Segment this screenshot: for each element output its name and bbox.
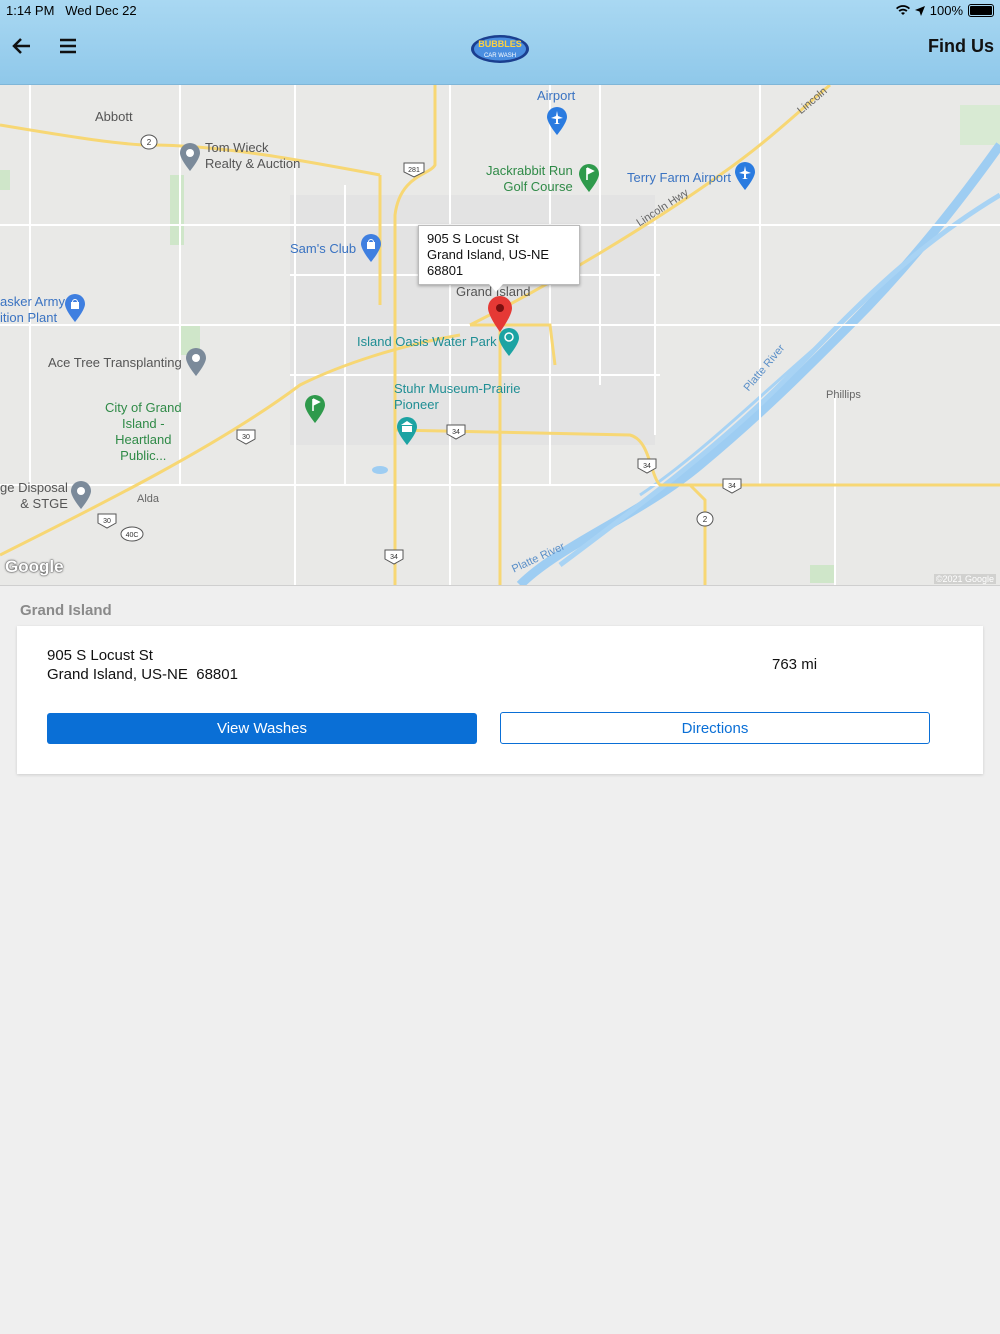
callout-line1: 905 S Locust St <box>427 231 519 246</box>
airport-icon[interactable] <box>734 161 756 191</box>
map-label-abbott: Abbott <box>95 109 133 124</box>
status-time: 1:14 PM <box>6 3 55 18</box>
map-label-disposal: ge Disposal & STGE <box>0 480 68 512</box>
view-washes-button[interactable]: View Washes <box>47 713 477 744</box>
route-shield-34: 34 <box>722 478 742 494</box>
map-label-tom-wieck: Tom Wieck Realty & Auction <box>205 140 300 172</box>
shield-label: 281 <box>408 167 420 174</box>
shield-label: 34 <box>643 463 651 470</box>
map-label-line: City of Grand <box>105 400 182 415</box>
map-label-husker: asker Army ition Plant <box>0 294 65 326</box>
route-shield-34: 34 <box>637 458 657 474</box>
route-shield-2: 2 <box>696 511 714 527</box>
shopping-icon[interactable] <box>64 293 86 323</box>
place-marker-icon[interactable] <box>185 347 207 377</box>
map-label-line: Island - <box>121 416 165 431</box>
location-distance: 763 mi <box>772 656 818 673</box>
map-label-city-of-grand-island: City of Grand Island - Heartland Public... <box>105 400 182 464</box>
route-shield-34: 34 <box>384 549 404 565</box>
route-shield-30: 30 <box>236 429 256 445</box>
battery-icon <box>968 4 994 17</box>
place-marker-icon[interactable] <box>70 480 92 510</box>
shield-label: 34 <box>390 554 398 561</box>
map-label-line: Public... <box>120 448 167 463</box>
callout-line3: 68801 <box>427 263 464 278</box>
address-line1: 905 S Locust St <box>47 647 153 664</box>
bubbles-logo[interactable]: BUBBLES CAR WASH <box>470 33 530 65</box>
wifi-icon <box>895 5 910 15</box>
map-label-line: Realty & Auction <box>205 156 301 171</box>
route-shield-40c: 40C <box>120 526 144 542</box>
map-label-ace-tree: Ace Tree Transplanting <box>48 355 182 370</box>
section-title: Grand Island <box>20 602 112 619</box>
shopping-icon[interactable] <box>360 233 382 263</box>
route-shield-281: 281 <box>403 162 425 178</box>
map-label-line: Stuhr Museum-Prairie <box>394 381 521 396</box>
shield-label: 40C <box>126 532 139 539</box>
location-address: 905 S Locust St Grand Island, US-NE 6880… <box>47 646 238 684</box>
directions-button[interactable]: Directions <box>500 712 930 744</box>
svg-text:BUBBLES: BUBBLES <box>478 39 522 49</box>
map-copyright: ©2021 Google <box>933 574 996 584</box>
golf-course-icon[interactable] <box>304 394 326 424</box>
shield-label: 2 <box>147 138 152 147</box>
hamburger-menu-icon[interactable] <box>56 34 80 58</box>
shield-label: 2 <box>703 515 708 524</box>
map-label-line: ition Plant <box>0 310 58 325</box>
airport-icon[interactable] <box>546 106 568 136</box>
location-pin-icon[interactable] <box>487 295 513 333</box>
map-label-line: Golf Course <box>503 179 573 194</box>
map-label-sams-club: Sam's Club <box>290 241 357 256</box>
map-label-line: Tom Wieck <box>205 140 269 155</box>
map-label-terry-farm: Terry Farm Airport <box>627 170 732 185</box>
google-logo[interactable]: Google <box>5 557 64 577</box>
route-shield-30: 30 <box>97 513 117 529</box>
svg-text:CAR WASH: CAR WASH <box>484 53 516 59</box>
status-date: Wed Dec 22 <box>65 3 137 18</box>
location-arrow-icon <box>914 5 925 16</box>
address-line2: Grand Island, US-NE 68801 <box>47 666 238 683</box>
route-shield-2: 2 <box>140 134 158 150</box>
shield-label: 30 <box>242 434 250 441</box>
map-label-line: ge Disposal <box>0 480 68 495</box>
map-label-airport: Airport <box>537 88 576 103</box>
golf-course-icon[interactable] <box>578 163 600 193</box>
map-label-line: Pioneer <box>394 397 439 412</box>
status-time-date: 1:14 PM Wed Dec 22 <box>6 3 137 18</box>
page-title: Find Us <box>928 36 994 56</box>
map-label-line: asker Army <box>0 294 66 309</box>
map-view[interactable]: 2 281 30 34 34 34 2 30 40C 34 Abbott Air… <box>0 85 1000 586</box>
route-shield-34: 34 <box>446 424 466 440</box>
map-label-phillips: Phillips <box>826 389 861 401</box>
map-label-stuhr: Stuhr Museum-Prairie Pioneer <box>394 381 520 413</box>
shield-label: 30 <box>103 518 111 525</box>
map-label-line: & STGE <box>20 496 68 511</box>
shield-label: 34 <box>452 429 460 436</box>
back-arrow-icon[interactable] <box>10 34 34 58</box>
shield-label: 34 <box>728 483 736 490</box>
museum-icon[interactable] <box>396 416 418 446</box>
map-label-alda: Alda <box>137 493 160 505</box>
place-marker-icon[interactable] <box>179 142 201 172</box>
battery-percent: 100% <box>929 3 963 18</box>
location-callout[interactable]: 905 S Locust St Grand Island, US-NE 6880… <box>418 225 580 292</box>
map-label-island-oasis: Island Oasis Water Park <box>357 334 497 349</box>
location-card: 905 S Locust St Grand Island, US-NE 6880… <box>17 626 983 774</box>
map-label-line: Jackrabbit Run <box>486 163 573 178</box>
status-right: 100% <box>895 3 994 18</box>
map-label-line: Heartland <box>115 432 172 447</box>
map-label-jackrabbit: Jackrabbit Run Golf Course <box>486 163 573 195</box>
app-header: 1:14 PM Wed Dec 22 100% BUBBLES CAR WASH… <box>0 0 1000 85</box>
callout-line2: Grand Island, US-NE <box>427 247 550 262</box>
